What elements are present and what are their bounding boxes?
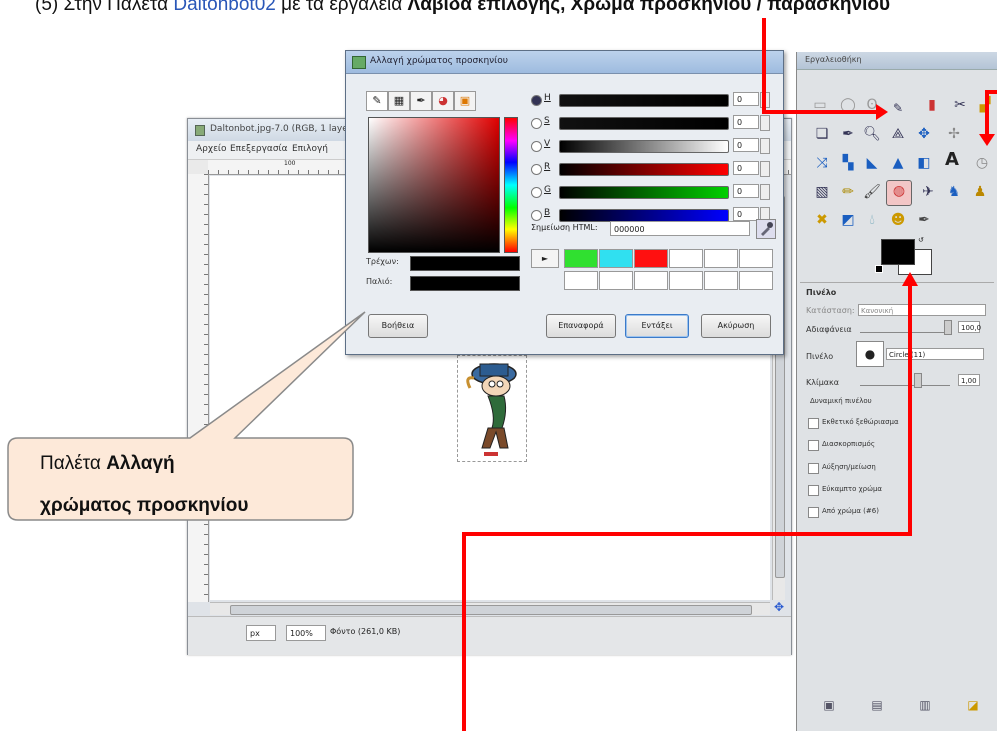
red-arrow-segment — [985, 90, 989, 138]
callout-line1-bold: Αλλαγή — [106, 453, 175, 474]
callout-line-2: χρώματος προσκηνίου — [40, 495, 249, 516]
red-arrow-segment — [908, 285, 912, 536]
red-arrow-segment — [462, 532, 912, 536]
red-arrowhead-down — [979, 134, 995, 146]
red-arrowhead-up — [902, 272, 918, 286]
callout-bubble — [7, 311, 366, 521]
red-arrow-segment — [762, 18, 766, 113]
callout-line-1: Παλέτα Αλλαγή — [40, 448, 175, 480]
red-arrow-segment — [462, 532, 466, 731]
red-arrow-segment — [762, 110, 880, 114]
callout-line1-normal: Παλέτα — [40, 453, 107, 474]
red-arrowhead-right — [876, 104, 888, 120]
